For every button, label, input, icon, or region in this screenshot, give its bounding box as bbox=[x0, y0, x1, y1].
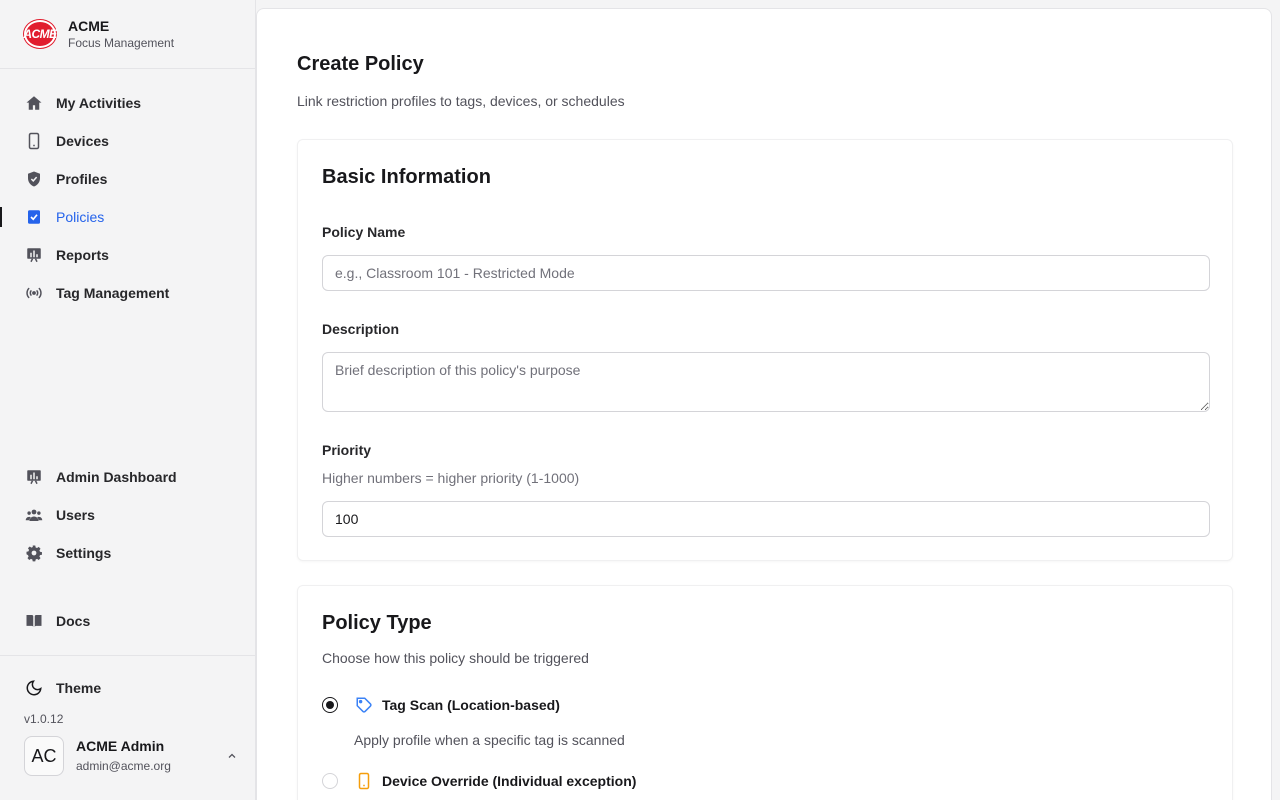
sidebar-footer: Theme v1.0.12 AC ACME Admin admin@acme.o… bbox=[0, 655, 256, 800]
app-version: v1.0.12 bbox=[24, 712, 64, 726]
description-label: Description bbox=[322, 321, 400, 337]
policy-name-input[interactable] bbox=[322, 255, 1210, 291]
chevron-up-icon[interactable] bbox=[224, 748, 240, 764]
main-content: Create Policy Link restriction profiles … bbox=[256, 8, 1272, 800]
priority-input[interactable] bbox=[322, 501, 1210, 537]
sidebar-item-label: Users bbox=[56, 507, 95, 523]
checklist-icon bbox=[24, 207, 44, 227]
home-icon bbox=[24, 93, 44, 113]
user-menu[interactable]: AC ACME Admin admin@acme.org bbox=[24, 736, 240, 776]
main-nav: My Activities Devices Profiles Policies … bbox=[0, 84, 256, 312]
radio-device-override[interactable] bbox=[322, 773, 338, 789]
tag-icon bbox=[354, 695, 374, 715]
section-title: Basic Information bbox=[322, 166, 491, 188]
sidebar-item-label: Tag Management bbox=[56, 285, 170, 301]
moon-icon bbox=[24, 678, 44, 698]
sidebar-item-label: Devices bbox=[56, 133, 109, 149]
priority-label: Priority bbox=[322, 442, 372, 458]
phone-icon bbox=[354, 771, 374, 791]
docs-nav: Docs bbox=[0, 602, 256, 640]
sidebar-item-users[interactable]: Users bbox=[0, 496, 256, 534]
radio-tag-scan[interactable] bbox=[322, 697, 338, 713]
sidebar-item-label: Profiles bbox=[56, 171, 108, 187]
sidebar-item-label: Policies bbox=[56, 209, 105, 225]
section-title: Policy Type bbox=[322, 612, 432, 634]
brand-subtitle: Focus Management bbox=[68, 36, 175, 50]
sidebar-item-devices[interactable]: Devices bbox=[0, 122, 256, 160]
user-name: ACME Admin bbox=[76, 738, 165, 754]
option-label: Device Override (Individual exception) bbox=[382, 773, 637, 789]
users-icon bbox=[24, 505, 44, 525]
phone-icon bbox=[24, 131, 44, 151]
description-textarea[interactable] bbox=[322, 352, 1210, 412]
brand-text: ACME Focus Management bbox=[68, 17, 174, 51]
avatar: AC bbox=[24, 736, 64, 776]
sidebar-item-label: My Activities bbox=[56, 95, 142, 111]
priority-hint: Higher numbers = higher priority (1-1000… bbox=[322, 470, 580, 486]
sidebar-item-reports[interactable]: Reports bbox=[0, 236, 256, 274]
basic-information-card: Basic Information Policy Name Descriptio… bbox=[297, 139, 1233, 561]
book-icon bbox=[24, 611, 44, 631]
policy-type-option-tag-scan[interactable]: Tag Scan (Location-based) bbox=[322, 695, 560, 715]
sidebar-item-settings[interactable]: Settings bbox=[0, 534, 256, 572]
acme-logo: ACME bbox=[23, 20, 57, 48]
sidebar-item-label: Reports bbox=[56, 247, 109, 263]
broadcast-icon bbox=[24, 283, 44, 303]
admin-nav: Admin Dashboard Users Settings bbox=[0, 458, 256, 572]
sidebar-item-label: Admin Dashboard bbox=[56, 469, 177, 485]
option-description: Apply profile when a specific tag is sca… bbox=[354, 732, 625, 748]
sidebar-item-docs[interactable]: Docs bbox=[0, 602, 256, 640]
policy-name-label: Policy Name bbox=[322, 224, 406, 240]
brand-name: ACME bbox=[68, 18, 110, 34]
user-email: admin@acme.org bbox=[76, 759, 171, 773]
sidebar-item-label: Settings bbox=[56, 545, 112, 561]
policy-type-card: Policy Type Choose how this policy shoul… bbox=[297, 585, 1233, 800]
sidebar-item-my-activities[interactable]: My Activities bbox=[0, 84, 256, 122]
theme-label: Theme bbox=[56, 680, 102, 696]
section-subtitle: Choose how this policy should be trigger… bbox=[322, 650, 589, 666]
user-info: ACME Admin admin@acme.org bbox=[76, 737, 224, 775]
sidebar-item-admin-dashboard[interactable]: Admin Dashboard bbox=[0, 458, 256, 496]
sidebar-item-tag-management[interactable]: Tag Management bbox=[0, 274, 256, 312]
sidebar-item-policies[interactable]: Policies bbox=[0, 198, 256, 236]
sidebar-item-label: Docs bbox=[56, 613, 91, 629]
policy-type-option-device-override[interactable]: Device Override (Individual exception) bbox=[322, 771, 636, 791]
page-subtitle: Link restriction profiles to tags, devic… bbox=[297, 93, 625, 109]
page-title: Create Policy bbox=[297, 53, 424, 75]
option-label: Tag Scan (Location-based) bbox=[382, 697, 560, 713]
dashboard-icon bbox=[24, 467, 44, 487]
theme-toggle[interactable]: Theme bbox=[24, 678, 101, 698]
gear-icon bbox=[24, 543, 44, 563]
brand[interactable]: ACME ACME Focus Management bbox=[0, 0, 255, 69]
sidebar-item-profiles[interactable]: Profiles bbox=[0, 160, 256, 198]
sidebar: ACME ACME Focus Management My Activities… bbox=[0, 0, 256, 800]
chart-icon bbox=[24, 245, 44, 265]
shield-icon bbox=[24, 169, 44, 189]
